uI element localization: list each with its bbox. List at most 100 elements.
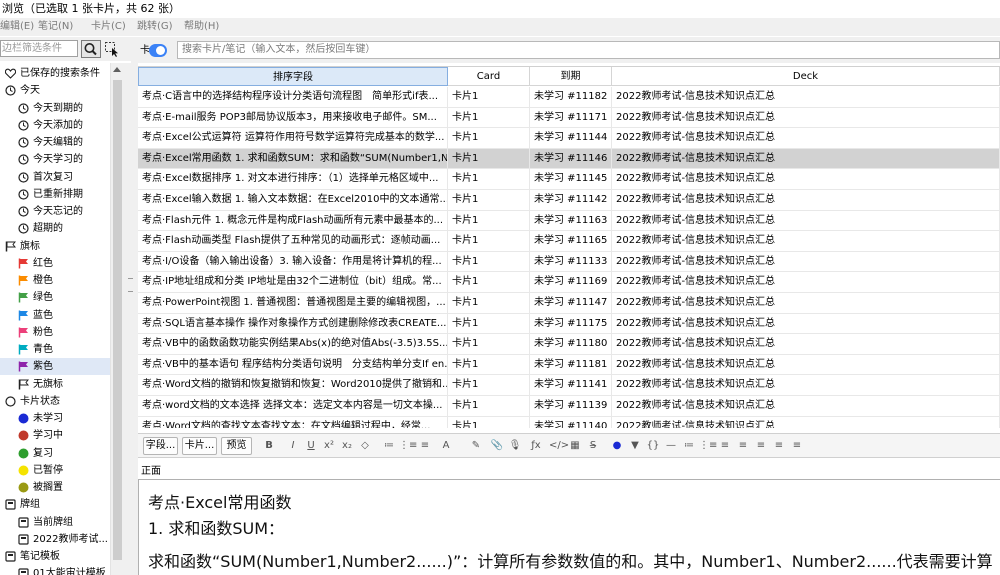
align-justify-icon[interactable]: ≡ (771, 438, 787, 454)
bold-icon[interactable]: B (261, 438, 277, 454)
table-row[interactable]: 考点·word文档的文本选择 选择文本：选定文本内容是一切文本操... 卡片1 未学… (138, 396, 1000, 417)
sidebar-item[interactable]: 卡片状态 (0, 393, 110, 410)
menu-notes[interactable]: 笔记(N) (38, 18, 73, 36)
column-card[interactable]: Card (448, 67, 530, 86)
hr-icon[interactable]: — (663, 438, 679, 454)
table-row[interactable]: 考点·Flash动画类型 Flash提供了五种常见的动画形式：逐帧动画... 卡片… (138, 231, 1000, 252)
table-row[interactable]: 考点·Word文档的撤销和恢复撤销和恢复：Word2010提供了撤销和... 卡片… (138, 375, 1000, 396)
fields-button[interactable]: 字段... (143, 437, 178, 455)
numbered-list-icon[interactable]: ⋮≡ (399, 438, 417, 454)
table-row[interactable]: 考点·Flash元件 1. 概念元件是构成Flash动画所有元素中最基本的...… (138, 210, 1000, 232)
subscript-icon[interactable]: x₂ (339, 438, 355, 454)
sidebar-item[interactable]: 笔记模板 (0, 548, 110, 565)
table-row[interactable]: 考点·Excel输入数据 1. 输入文本数据：在Excel2010中的文本通常.… (138, 190, 1000, 211)
table-row[interactable]: 考点·IP地址组成和分类 IP地址是由32个二进制位（bit）组成。常... 卡片… (138, 272, 1000, 293)
justify-icon[interactable]: ≡ (789, 438, 805, 454)
column-sort-field[interactable]: 排序字段 (138, 67, 448, 86)
pane-splitter[interactable] (123, 63, 138, 575)
menu-help[interactable]: 帮助(H) (184, 18, 219, 36)
sidebar-item-label: 未学习 (33, 413, 63, 424)
sidebar-item[interactable]: 未学习 (0, 410, 110, 427)
menu-go[interactable]: 跳转(G) (137, 18, 173, 36)
attach-icon[interactable]: 📎 (489, 438, 505, 454)
sidebar-item[interactable]: 01大能宙计模板 (0, 565, 110, 575)
table-row[interactable]: 考点·VB中的函数函数功能实例结果Abs(x)的绝对值Abs(-3.5)3.5S… (138, 334, 1000, 355)
sidebar-item[interactable]: 已暂停 (0, 462, 110, 479)
align-left-icon[interactable]: ≡ (717, 438, 733, 454)
record-icon[interactable]: 🎙 (507, 438, 523, 454)
table-row[interactable]: 考点·Excel公式运算符 运算符作用符号数学运算符完成基本的数学... 卡片1 未… (138, 128, 1000, 149)
table-row[interactable]: 考点·I/O设备（输入输出设备）3. 输入设备：作用是将计算机的程... 卡片1 未… (138, 251, 1000, 273)
column-due[interactable]: 到期 (530, 67, 612, 86)
html-icon[interactable]: </> (549, 438, 569, 454)
sidebar-item[interactable]: 2022教师考试... (0, 531, 110, 548)
sidebar-item[interactable]: 旗标 (0, 238, 110, 255)
scrollbar-thumb[interactable] (113, 80, 122, 560)
search-input[interactable]: 搜索卡片/笔记（输入文本，然后按回车键） (177, 41, 1000, 59)
sidebar-item[interactable]: 紫色 (0, 358, 110, 376)
sidebar-item[interactable]: 今天学习的 (0, 151, 110, 168)
table-row[interactable]: 考点·VB中的基本语句 程序结构分类语句说明 分支结构单分支If en... 卡片… (138, 354, 1000, 376)
table-row[interactable]: 考点·Excel常用函数 1. 求和函数SUM：求和函数“SUM(Number1… (138, 148, 1000, 170)
table-row[interactable]: 考点·Excel数据排序 1. 对文本进行排序：（1）选择单元格区域中... 卡片… (138, 169, 1000, 190)
table-icon[interactable]: ▦ (567, 438, 583, 454)
strikethrough-icon[interactable]: S̶ (585, 438, 601, 454)
sidebar-filter-input[interactable]: 边栏筛选条件 (0, 40, 78, 57)
sidebar-item[interactable]: 今天到期的 (0, 100, 110, 117)
sidebar-item[interactable]: 已保存的搜索条件 (0, 65, 110, 82)
triangle-icon[interactable]: ▼ (627, 438, 643, 454)
table-row[interactable]: 考点·Word文档的查找文本查找文本：在文档编辑过程中，经常... 卡片1 未学习 … (138, 416, 1000, 428)
braces-icon[interactable]: {} (645, 438, 661, 454)
preview-button[interactable]: 预览 (221, 437, 252, 455)
sidebar-item[interactable]: 红色 (0, 255, 110, 272)
sidebar-item[interactable]: 蓝色 (0, 307, 110, 324)
table-row[interactable]: 考点·E-mail服务 POP3邮局协议版本3，用来接收电子邮件。SM... 卡片… (138, 107, 1000, 129)
sidebar-item[interactable]: 超期的 (0, 220, 110, 237)
eraser-icon[interactable]: ◇ (357, 438, 373, 454)
select-tool-icon[interactable] (104, 41, 120, 57)
sidebar-item[interactable]: 学习中 (0, 427, 110, 444)
sidebar-item[interactable]: 粉色 (0, 324, 110, 341)
table-row[interactable]: 考点·PowerPoint视图 1. 普通视图：普通视图是主要的编辑视图，...… (138, 293, 1000, 314)
column-deck[interactable]: Deck (612, 67, 1000, 86)
sidebar-scrollbar[interactable] (110, 63, 123, 575)
sidebar-item[interactable]: 今天编辑的 (0, 134, 110, 151)
scroll-up-arrow-icon[interactable] (113, 67, 121, 72)
bullet-list-icon[interactable]: ≔ (381, 438, 397, 454)
align-center-icon[interactable]: ≡ (735, 438, 751, 454)
sidebar-item-label: 今天学习的 (33, 154, 83, 166)
sidebar-item[interactable]: 今天 (0, 82, 110, 99)
align-icon[interactable]: ≡ (417, 438, 433, 454)
italic-icon[interactable]: I (285, 438, 301, 454)
table-row[interactable]: 考点·SQL语言基本操作 操作对象操作方式创建删除修改表CREATE... 卡片1… (138, 313, 1000, 335)
sidebar-item-label: 旗标 (20, 240, 40, 252)
sidebar-item[interactable]: 绿色 (0, 289, 110, 306)
highlight-icon[interactable]: ✎ (465, 438, 487, 454)
front-field-editor[interactable]: 考点·Excel常用函数 1. 求和函数SUM： 求和函数“SUM(Number… (138, 479, 1000, 575)
menu-cards[interactable]: 卡片(C) (91, 18, 126, 36)
sidebar-item[interactable]: 复习 (0, 445, 110, 462)
sidebar-item[interactable]: 牌组 (0, 496, 110, 513)
sidebar-item[interactable]: 无旗标 (0, 376, 110, 393)
indent-list-icon[interactable]: ≔ (681, 438, 697, 454)
sidebar-item[interactable]: 青色 (0, 341, 110, 358)
sidebar-item[interactable]: 今天忘记的 (0, 203, 110, 220)
table-row[interactable]: 考点·C语言中的选择结构程序设计分类语句流程图 简单形式if表... 卡片1 未学习… (138, 87, 1000, 108)
text-color-icon[interactable]: A (435, 438, 457, 454)
sidebar-search-button[interactable] (81, 40, 101, 58)
cards-notes-toggle[interactable]: 卡 (137, 43, 167, 58)
sidebar-item[interactable]: 已重新排期 (0, 186, 110, 203)
sidebar-item[interactable]: 今天添加的 (0, 117, 110, 134)
sidebar-item[interactable]: 首次复习 (0, 169, 110, 186)
sidebar-item[interactable]: 当前牌组 (0, 514, 110, 531)
color-dot-icon[interactable]: ● (609, 438, 625, 454)
align-right-icon[interactable]: ≡ (753, 438, 769, 454)
sidebar-item[interactable]: 被搁置 (0, 479, 110, 496)
sidebar-item[interactable]: 橙色 (0, 272, 110, 289)
menu-edit[interactable]: 编辑(E) (0, 18, 34, 36)
formula-icon[interactable]: ƒx (525, 438, 547, 454)
underline-icon[interactable]: U (303, 438, 319, 454)
numbered-indent-icon[interactable]: ⋮≡ (699, 438, 717, 454)
cards-button[interactable]: 卡片... (182, 437, 217, 455)
superscript-icon[interactable]: x² (321, 438, 337, 454)
